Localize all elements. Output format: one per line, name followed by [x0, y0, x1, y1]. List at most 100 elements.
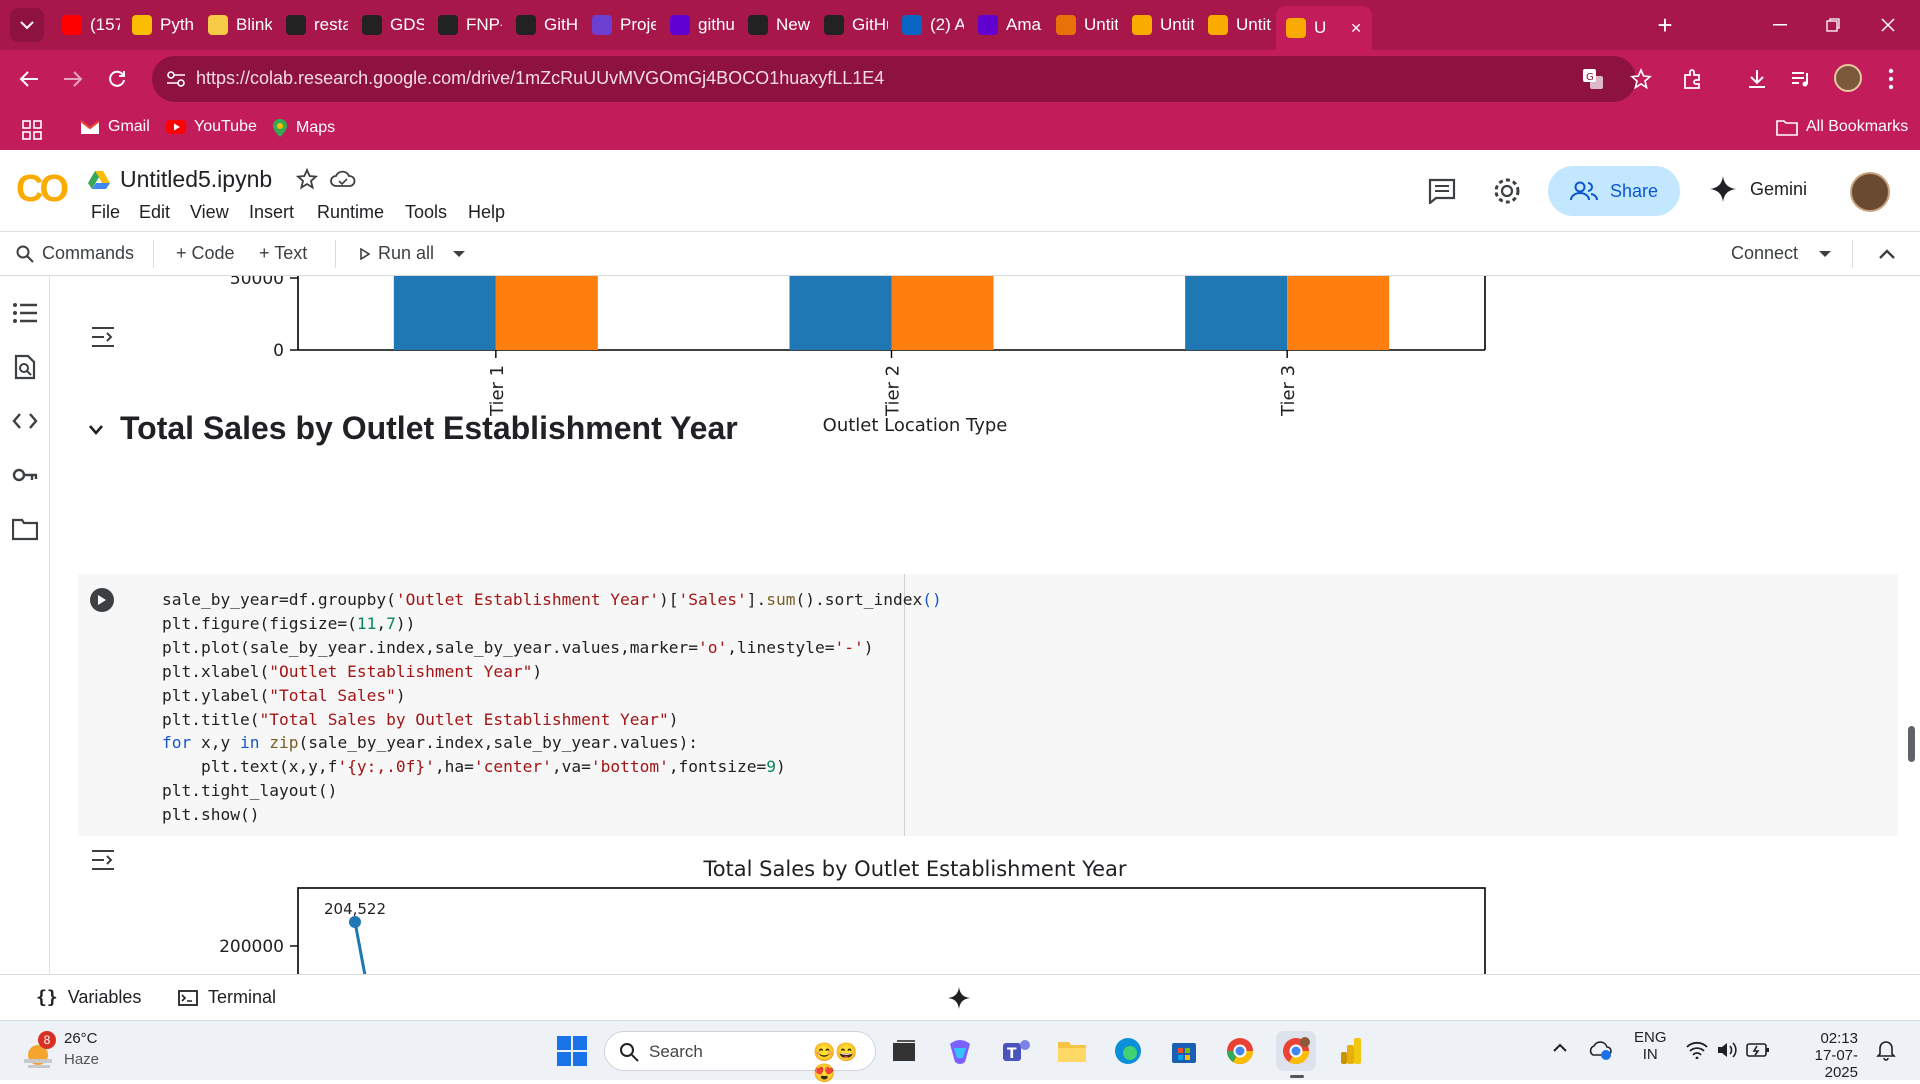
- reload-button[interactable]: [100, 62, 134, 96]
- bookmark-maps[interactable]: Maps: [272, 118, 335, 138]
- variables-button[interactable]: {} Variables: [36, 987, 141, 1008]
- copilot-button[interactable]: [940, 1031, 980, 1071]
- menu-help[interactable]: Help: [468, 202, 505, 223]
- user-avatar[interactable]: [1850, 172, 1890, 212]
- share-button[interactable]: Share: [1548, 166, 1680, 216]
- settings-gear-icon[interactable]: [1492, 176, 1522, 206]
- run-options-dropdown-icon[interactable]: [452, 250, 466, 258]
- gemini-button[interactable]: Gemini: [1710, 176, 1807, 202]
- taskbar-search[interactable]: Search 😊😄😍: [604, 1031, 876, 1083]
- teams-button[interactable]: T: [996, 1031, 1036, 1071]
- restore-window-button[interactable]: [1813, 8, 1853, 42]
- bookmark-gmail[interactable]: Gmail: [80, 118, 150, 136]
- menu-insert[interactable]: Insert: [249, 202, 294, 223]
- browser-menu-button[interactable]: [1876, 62, 1906, 96]
- star-icon[interactable]: [296, 168, 318, 190]
- weather-widget[interactable]: 8: [20, 1031, 64, 1071]
- menu-view[interactable]: View: [190, 202, 229, 223]
- add-code-button[interactable]: + Code: [176, 243, 235, 264]
- apps-grid-icon[interactable]: [22, 120, 42, 140]
- collapse-header-icon[interactable]: [1878, 248, 1896, 260]
- powerbi-button[interactable]: [1332, 1031, 1372, 1071]
- terminal-button[interactable]: Terminal: [178, 987, 276, 1008]
- menu-edit[interactable]: Edit: [139, 202, 170, 223]
- task-view-button[interactable]: [884, 1031, 924, 1071]
- browser-tab[interactable]: Untitl: [1122, 6, 1194, 44]
- comment-icon[interactable]: [1428, 178, 1456, 204]
- menu-runtime[interactable]: Runtime: [317, 202, 384, 223]
- browser-tab[interactable]: (2) Ac: [892, 6, 964, 44]
- url-text[interactable]: https://colab.research.google.com/drive/…: [196, 68, 884, 89]
- translate-icon[interactable]: G: [1582, 68, 1604, 90]
- browser-tab[interactable]: githu: [660, 6, 734, 44]
- language-indicator[interactable]: ENG IN: [1634, 1029, 1667, 1063]
- onedrive-status-icon[interactable]: [1588, 1039, 1612, 1061]
- run-cell-button[interactable]: [90, 588, 114, 612]
- notebook-title[interactable]: Untitled5.ipynb: [120, 166, 272, 193]
- browser-tab[interactable]: GitHu: [506, 6, 578, 44]
- output-toggle-icon[interactable]: [90, 326, 116, 348]
- profile-avatar[interactable]: [1834, 64, 1862, 92]
- browser-tab[interactable]: Blinki: [198, 6, 272, 44]
- secrets-key-icon[interactable]: [12, 462, 38, 488]
- clock[interactable]: 02:13 17-07-2025: [1786, 1030, 1858, 1081]
- minimize-window-button[interactable]: [1760, 8, 1800, 42]
- commands-button[interactable]: Commands: [16, 243, 134, 264]
- find-replace-icon[interactable]: [12, 354, 38, 380]
- browser-tab[interactable]: Untitl: [1198, 6, 1272, 44]
- bookmark-youtube[interactable]: YouTube: [166, 118, 257, 136]
- url-bar[interactable]: https://colab.research.google.com/drive/…: [152, 56, 1652, 102]
- cloud-saved-icon[interactable]: [330, 170, 356, 188]
- star-bookmark-icon[interactable]: [1630, 68, 1652, 90]
- chrome-button[interactable]: [1220, 1031, 1260, 1071]
- new-tab-button[interactable]: +: [1650, 8, 1680, 42]
- notification-bell-icon[interactable]: [1876, 1039, 1896, 1061]
- chrome-profile-button[interactable]: [1276, 1031, 1316, 1071]
- browser-tab[interactable]: Proje: [582, 6, 656, 44]
- run-all-button[interactable]: Run all: [360, 243, 434, 264]
- browser-tab[interactable]: New: [738, 6, 810, 44]
- browser-tab[interactable]: Amaz: [968, 6, 1042, 44]
- code-cell[interactable]: sale_by_year=df.groupby('Outlet Establis…: [78, 574, 1898, 836]
- forward-button[interactable]: [56, 62, 90, 96]
- edge-button[interactable]: [1108, 1031, 1148, 1071]
- battery-icon[interactable]: [1746, 1041, 1770, 1059]
- back-button[interactable]: [12, 62, 46, 96]
- browser-tab[interactable]: Untitl: [1046, 6, 1118, 44]
- browser-tab[interactable]: FNP-: [428, 6, 502, 44]
- tab-search-button[interactable]: [10, 8, 44, 42]
- close-tab-icon[interactable]: ✕: [1350, 20, 1362, 37]
- google-drive-icon[interactable]: [88, 170, 110, 190]
- menu-tools[interactable]: Tools: [405, 202, 447, 223]
- browser-tab[interactable]: restau: [276, 6, 348, 44]
- extensions-button[interactable]: [1676, 62, 1710, 96]
- collapse-section-icon[interactable]: [88, 424, 104, 436]
- chevron-up-icon[interactable]: [1552, 1043, 1568, 1053]
- close-window-button[interactable]: [1868, 8, 1908, 42]
- connect-dropdown-icon[interactable]: [1818, 250, 1832, 258]
- wifi-icon[interactable]: [1686, 1041, 1708, 1059]
- output-toggle-icon[interactable]: [90, 849, 116, 871]
- file-explorer-button[interactable]: [1052, 1031, 1092, 1071]
- files-folder-icon[interactable]: [12, 516, 38, 542]
- start-button[interactable]: [552, 1031, 592, 1071]
- browser-tab[interactable]: Pytho: [122, 6, 194, 44]
- menu-file[interactable]: File: [91, 202, 120, 223]
- code-snippets-icon[interactable]: [12, 408, 38, 434]
- browser-tab[interactable]: GDS-: [352, 6, 424, 44]
- add-text-button[interactable]: + Text: [259, 243, 307, 264]
- media-controls-button[interactable]: [1784, 62, 1818, 96]
- browser-tab[interactable]: (157): [52, 6, 120, 44]
- gemini-sparkle-icon[interactable]: [948, 987, 970, 1009]
- browser-tab[interactable]: U ✕: [1276, 6, 1372, 50]
- table-of-contents-icon[interactable]: [12, 300, 38, 326]
- code-editor[interactable]: sale_by_year=df.groupby('Outlet Establis…: [162, 588, 942, 827]
- all-bookmarks-button[interactable]: All Bookmarks: [1776, 118, 1908, 136]
- scrollbar-thumb[interactable]: [1908, 726, 1915, 762]
- colab-logo[interactable]: CO: [16, 168, 69, 211]
- volume-icon[interactable]: [1716, 1041, 1738, 1059]
- connect-button[interactable]: Connect: [1731, 243, 1798, 264]
- store-button[interactable]: [1164, 1031, 1204, 1071]
- browser-tab[interactable]: GitHu: [814, 6, 888, 44]
- downloads-button[interactable]: [1740, 62, 1774, 96]
